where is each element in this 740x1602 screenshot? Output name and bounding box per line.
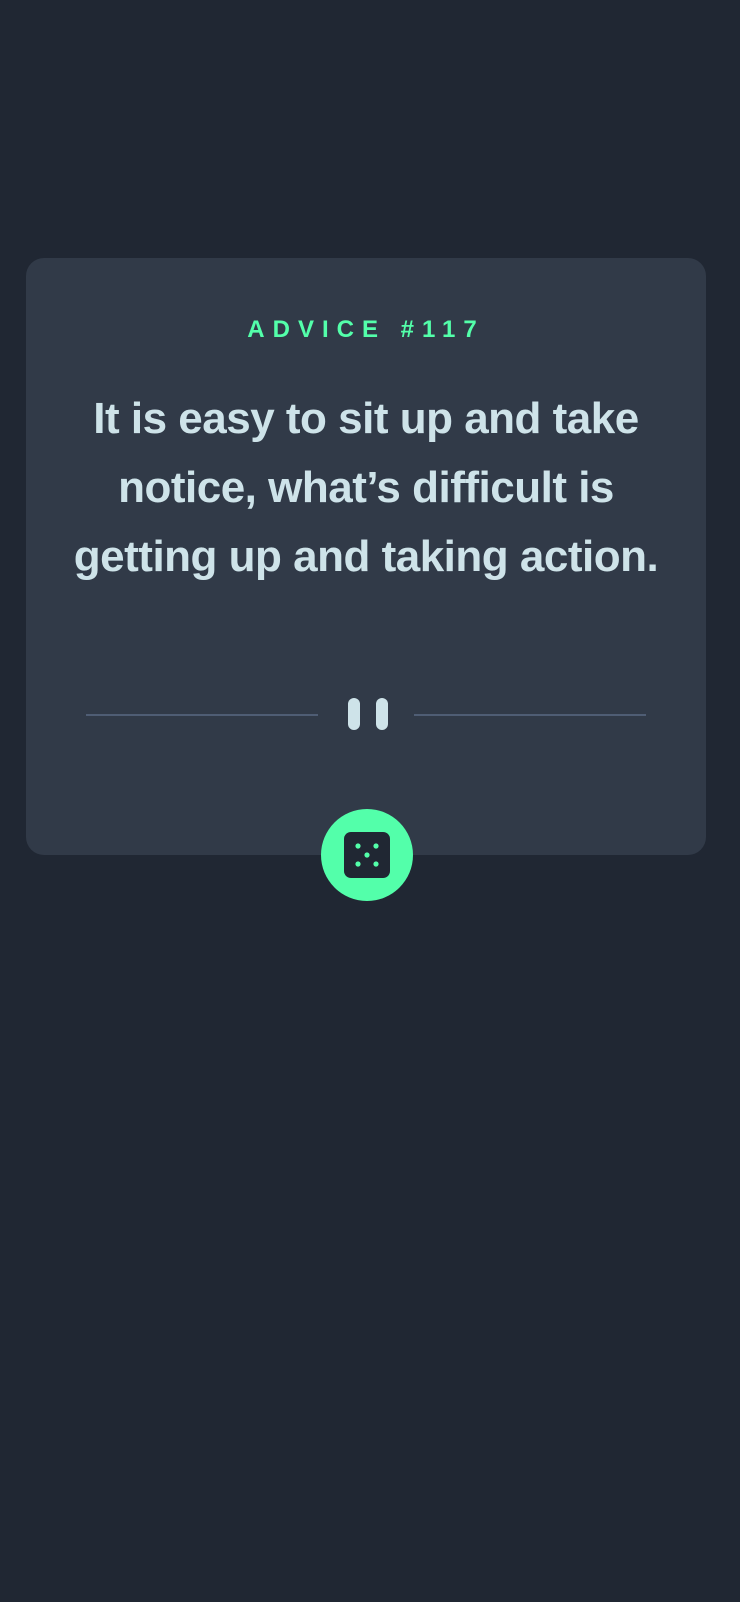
advice-id-label: ADVICE #117 <box>247 316 485 343</box>
advice-quote: It is easy to sit up and take notice, wh… <box>73 394 659 581</box>
divider-line-left <box>86 714 318 716</box>
pause-icon <box>348 698 388 732</box>
divider-line-right <box>414 714 646 716</box>
pause-bar-right <box>376 698 388 730</box>
new-advice-button[interactable] <box>321 809 413 901</box>
advice-card: ADVICE #117 It is easy to sit up and tak… <box>26 258 706 855</box>
divider <box>86 698 646 732</box>
dice-icon <box>344 832 390 878</box>
pause-bar-left <box>348 698 360 730</box>
